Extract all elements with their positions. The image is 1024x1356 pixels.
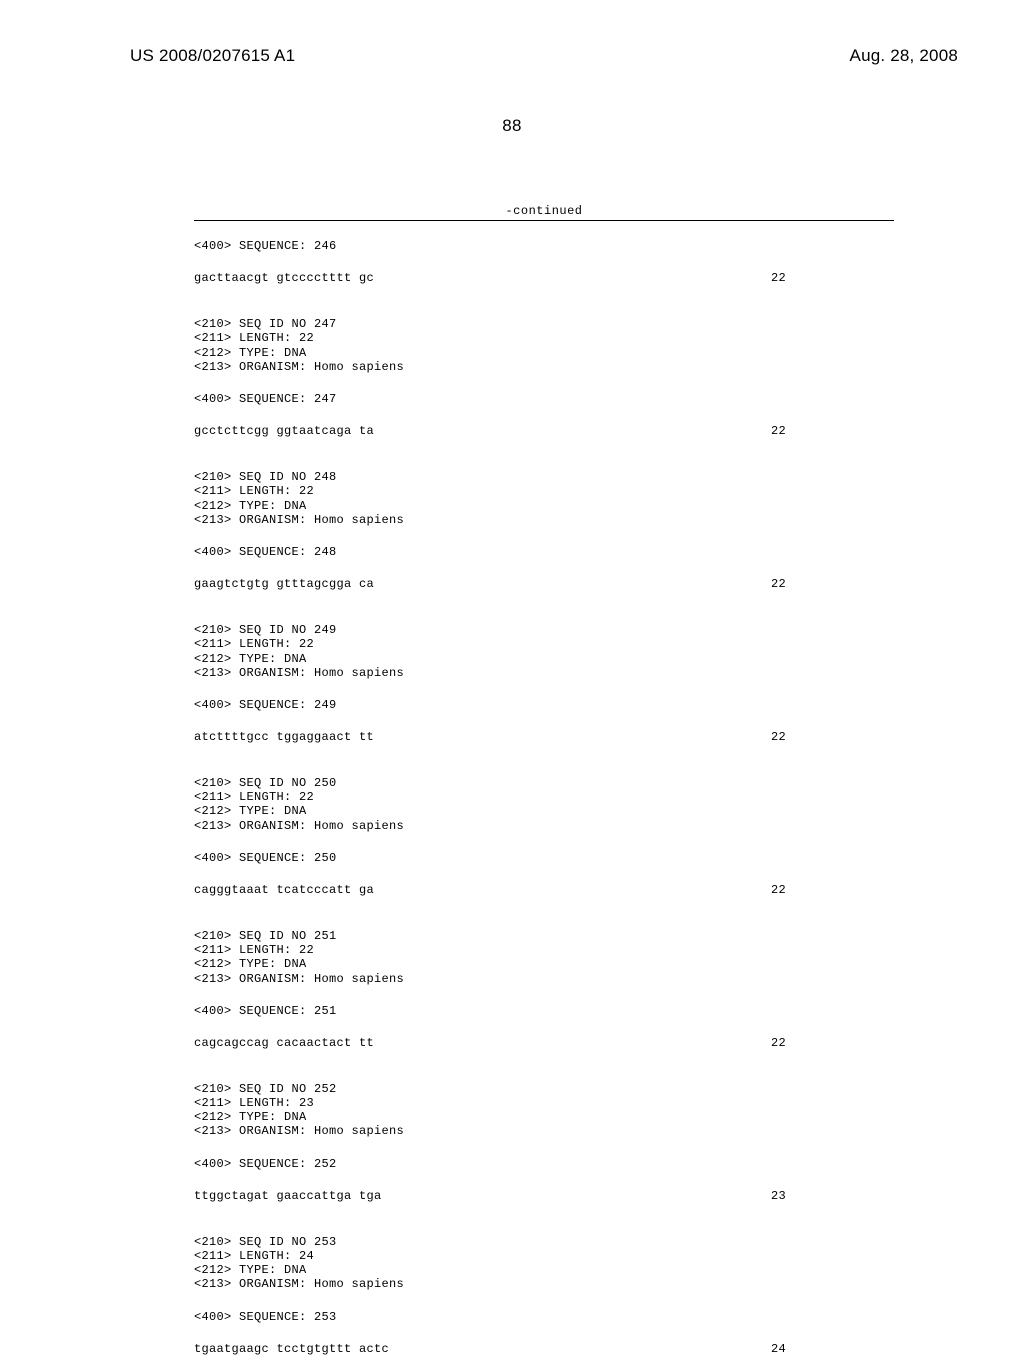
sequence-text: tgaatgaagc tcctgtgttt actc <box>194 1342 389 1356</box>
sequence-label: <400> SEQUENCE: 249 <box>194 698 894 712</box>
sequence-header-line: <210> SEQ ID NO 253 <box>194 1235 894 1249</box>
sequence-header-line: <212> TYPE: DNA <box>194 804 894 818</box>
sequence-row: cagggtaaat tcatcccatt ga 22 <box>194 883 894 897</box>
sequence-row: atcttttgcc tggaggaact tt 22 <box>194 730 894 744</box>
sequence-header-line: <210> SEQ ID NO 247 <box>194 317 894 331</box>
document-header: US 2008/0207615 A1 Aug. 28, 2008 <box>0 0 1024 66</box>
sequence-header-block: <210> SEQ ID NO 250<211> LENGTH: 22<212>… <box>194 776 894 833</box>
sequence-length: 22 <box>771 577 894 591</box>
sequence-label: <400> SEQUENCE: 251 <box>194 1004 894 1018</box>
sequence-spacer <box>194 915 894 929</box>
sequence-header-line: <210> SEQ ID NO 250 <box>194 776 894 790</box>
sequence-length: 22 <box>771 271 894 285</box>
sequence-header-line: <213> ORGANISM: Homo sapiens <box>194 1124 894 1138</box>
sequence-header-line: <210> SEQ ID NO 251 <box>194 929 894 943</box>
sequence-header-line: <211> LENGTH: 22 <box>194 331 894 345</box>
sequence-row: gacttaacgt gtcccctttt gc 22 <box>194 271 894 285</box>
sequence-header-line: <211> LENGTH: 22 <box>194 790 894 804</box>
sequence-label-block: <400> SEQUENCE: 246 <box>194 239 894 253</box>
sequence-header-line: <212> TYPE: DNA <box>194 652 894 666</box>
sequence-spacer <box>194 303 894 317</box>
sequence-header-line: <212> TYPE: DNA <box>194 499 894 513</box>
sequence-data-block: tgaatgaagc tcctgtgttt actc 24 <box>194 1342 894 1356</box>
sequence-label: <400> SEQUENCE: 252 <box>194 1157 894 1171</box>
sequence-header-line: <213> ORGANISM: Homo sapiens <box>194 360 894 374</box>
sequence-data-block: gacttaacgt gtcccctttt gc 22 <box>194 271 894 285</box>
sequence-header-line: <211> LENGTH: 22 <box>194 484 894 498</box>
sequence-data-block: cagcagccag cacaactact tt 22 <box>194 1036 894 1050</box>
sequence-header-block: <210> SEQ ID NO 248<211> LENGTH: 22<212>… <box>194 470 894 527</box>
sequence-header-line: <213> ORGANISM: Homo sapiens <box>194 513 894 527</box>
sequence-header-line: <211> LENGTH: 22 <box>194 637 894 651</box>
sequence-header-line: <213> ORGANISM: Homo sapiens <box>194 1277 894 1291</box>
sequence-label: <400> SEQUENCE: 247 <box>194 392 894 406</box>
sequence-label-block: <400> SEQUENCE: 250 <box>194 851 894 865</box>
sequence-label: <400> SEQUENCE: 250 <box>194 851 894 865</box>
sequence-header-line: <213> ORGANISM: Homo sapiens <box>194 972 894 986</box>
sequence-label: <400> SEQUENCE: 246 <box>194 239 894 253</box>
sequence-header-block: <210> SEQ ID NO 253<211> LENGTH: 24<212>… <box>194 1235 894 1292</box>
sequence-data-block: cagggtaaat tcatcccatt ga 22 <box>194 883 894 897</box>
sequence-header-block: <210> SEQ ID NO 252<211> LENGTH: 23<212>… <box>194 1082 894 1139</box>
sequence-spacer <box>194 1221 894 1235</box>
sequence-header-line: <213> ORGANISM: Homo sapiens <box>194 819 894 833</box>
publication-number: US 2008/0207615 A1 <box>130 46 295 66</box>
sequence-header-line: <213> ORGANISM: Homo sapiens <box>194 666 894 680</box>
sequence-spacer <box>194 456 894 470</box>
sequence-text: ttggctagat gaaccattga tga <box>194 1189 382 1203</box>
sequence-length: 22 <box>771 424 894 438</box>
sequence-listing: <400> SEQUENCE: 246 gacttaacgt gtcccctttt… <box>194 239 894 1356</box>
sequence-label: <400> SEQUENCE: 253 <box>194 1310 894 1324</box>
sequence-spacer <box>194 609 894 623</box>
sequence-header-block: <210> SEQ ID NO 249<211> LENGTH: 22<212>… <box>194 623 894 680</box>
sequence-text: gaagtctgtg gtttagcgga ca <box>194 577 374 591</box>
sequence-row: gaagtctgtg gtttagcgga ca 22 <box>194 577 894 591</box>
sequence-header-line: <211> LENGTH: 22 <box>194 943 894 957</box>
sequence-label-block: <400> SEQUENCE: 251 <box>194 1004 894 1018</box>
sequence-data-block: gaagtctgtg gtttagcgga ca 22 <box>194 577 894 591</box>
sequence-row: gcctcttcgg ggtaatcaga ta 22 <box>194 424 894 438</box>
sequence-header-line: <212> TYPE: DNA <box>194 1263 894 1277</box>
continued-label: -continued <box>194 204 894 218</box>
sequence-text: gacttaacgt gtcccctttt gc <box>194 271 374 285</box>
sequence-header-line: <212> TYPE: DNA <box>194 957 894 971</box>
continued-section: -continued <box>194 204 894 221</box>
page-number: 88 <box>0 116 1024 136</box>
sequence-data-block: gcctcttcgg ggtaatcaga ta 22 <box>194 424 894 438</box>
sequence-length: 23 <box>771 1189 894 1203</box>
sequence-length: 22 <box>771 730 894 744</box>
sequence-label-block: <400> SEQUENCE: 252 <box>194 1157 894 1171</box>
sequence-data-block: ttggctagat gaaccattga tga 23 <box>194 1189 894 1203</box>
sequence-text: cagcagccag cacaactact tt <box>194 1036 374 1050</box>
sequence-length: 24 <box>771 1342 894 1356</box>
sequence-row: tgaatgaagc tcctgtgttt actc 24 <box>194 1342 894 1356</box>
sequence-header-line: <211> LENGTH: 23 <box>194 1096 894 1110</box>
sequence-data-block: atcttttgcc tggaggaact tt 22 <box>194 730 894 744</box>
sequence-text: atcttttgcc tggaggaact tt <box>194 730 374 744</box>
sequence-label-block: <400> SEQUENCE: 249 <box>194 698 894 712</box>
sequence-header-line: <212> TYPE: DNA <box>194 346 894 360</box>
sequence-label: <400> SEQUENCE: 248 <box>194 545 894 559</box>
sequence-header-line: <210> SEQ ID NO 252 <box>194 1082 894 1096</box>
sequence-text: cagggtaaat tcatcccatt ga <box>194 883 374 897</box>
sequence-header-line: <210> SEQ ID NO 248 <box>194 470 894 484</box>
sequence-text: gcctcttcgg ggtaatcaga ta <box>194 424 374 438</box>
sequence-label-block: <400> SEQUENCE: 253 <box>194 1310 894 1324</box>
sequence-header-line: <212> TYPE: DNA <box>194 1110 894 1124</box>
sequence-row: ttggctagat gaaccattga tga 23 <box>194 1189 894 1203</box>
sequence-length: 22 <box>771 1036 894 1050</box>
sequence-spacer <box>194 762 894 776</box>
sequence-label-block: <400> SEQUENCE: 248 <box>194 545 894 559</box>
sequence-header-line: <210> SEQ ID NO 249 <box>194 623 894 637</box>
sequence-length: 22 <box>771 883 894 897</box>
sequence-label-block: <400> SEQUENCE: 247 <box>194 392 894 406</box>
divider-line <box>194 220 894 221</box>
sequence-row: cagcagccag cacaactact tt 22 <box>194 1036 894 1050</box>
sequence-spacer <box>194 1068 894 1082</box>
sequence-header-block: <210> SEQ ID NO 251<211> LENGTH: 22<212>… <box>194 929 894 986</box>
sequence-header-block: <210> SEQ ID NO 247<211> LENGTH: 22<212>… <box>194 317 894 374</box>
publication-date: Aug. 28, 2008 <box>850 46 958 66</box>
sequence-header-line: <211> LENGTH: 24 <box>194 1249 894 1263</box>
